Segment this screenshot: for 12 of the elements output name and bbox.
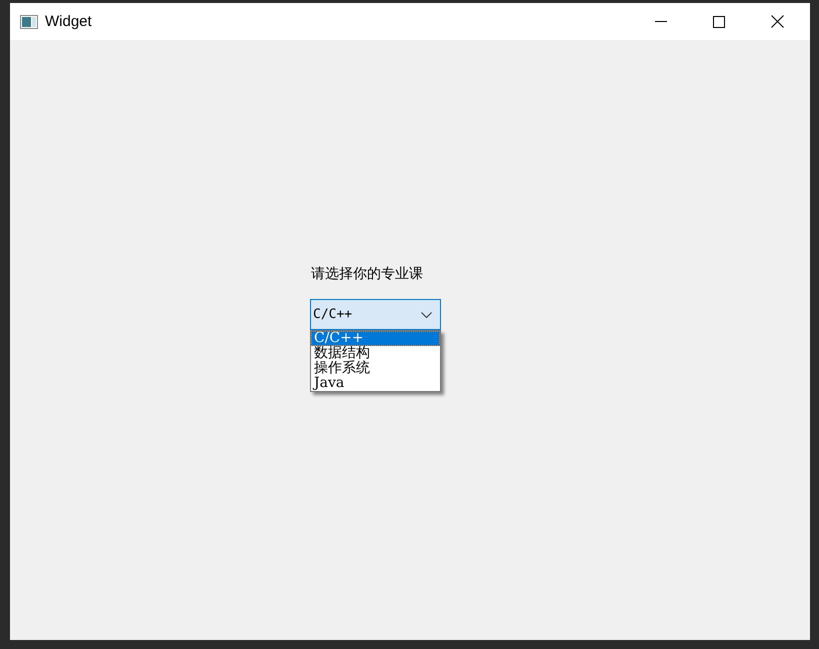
chevron-down-icon (421, 312, 432, 318)
course-dropdown[interactable]: C/C++ (310, 299, 441, 330)
dropdown-option[interactable]: C/C++ (311, 331, 440, 346)
dropdown-option[interactable]: 操作系统 (311, 361, 440, 376)
maximize-icon (713, 16, 725, 28)
window-title: Widget (45, 13, 92, 30)
dropdown-option[interactable]: 数据结构 (311, 346, 440, 361)
minimize-icon (655, 21, 667, 22)
dropdown-option[interactable]: Java (311, 376, 440, 391)
close-icon (770, 15, 784, 28)
window-icon (20, 14, 38, 28)
field-label: 请选择你的专业课 (311, 266, 423, 282)
